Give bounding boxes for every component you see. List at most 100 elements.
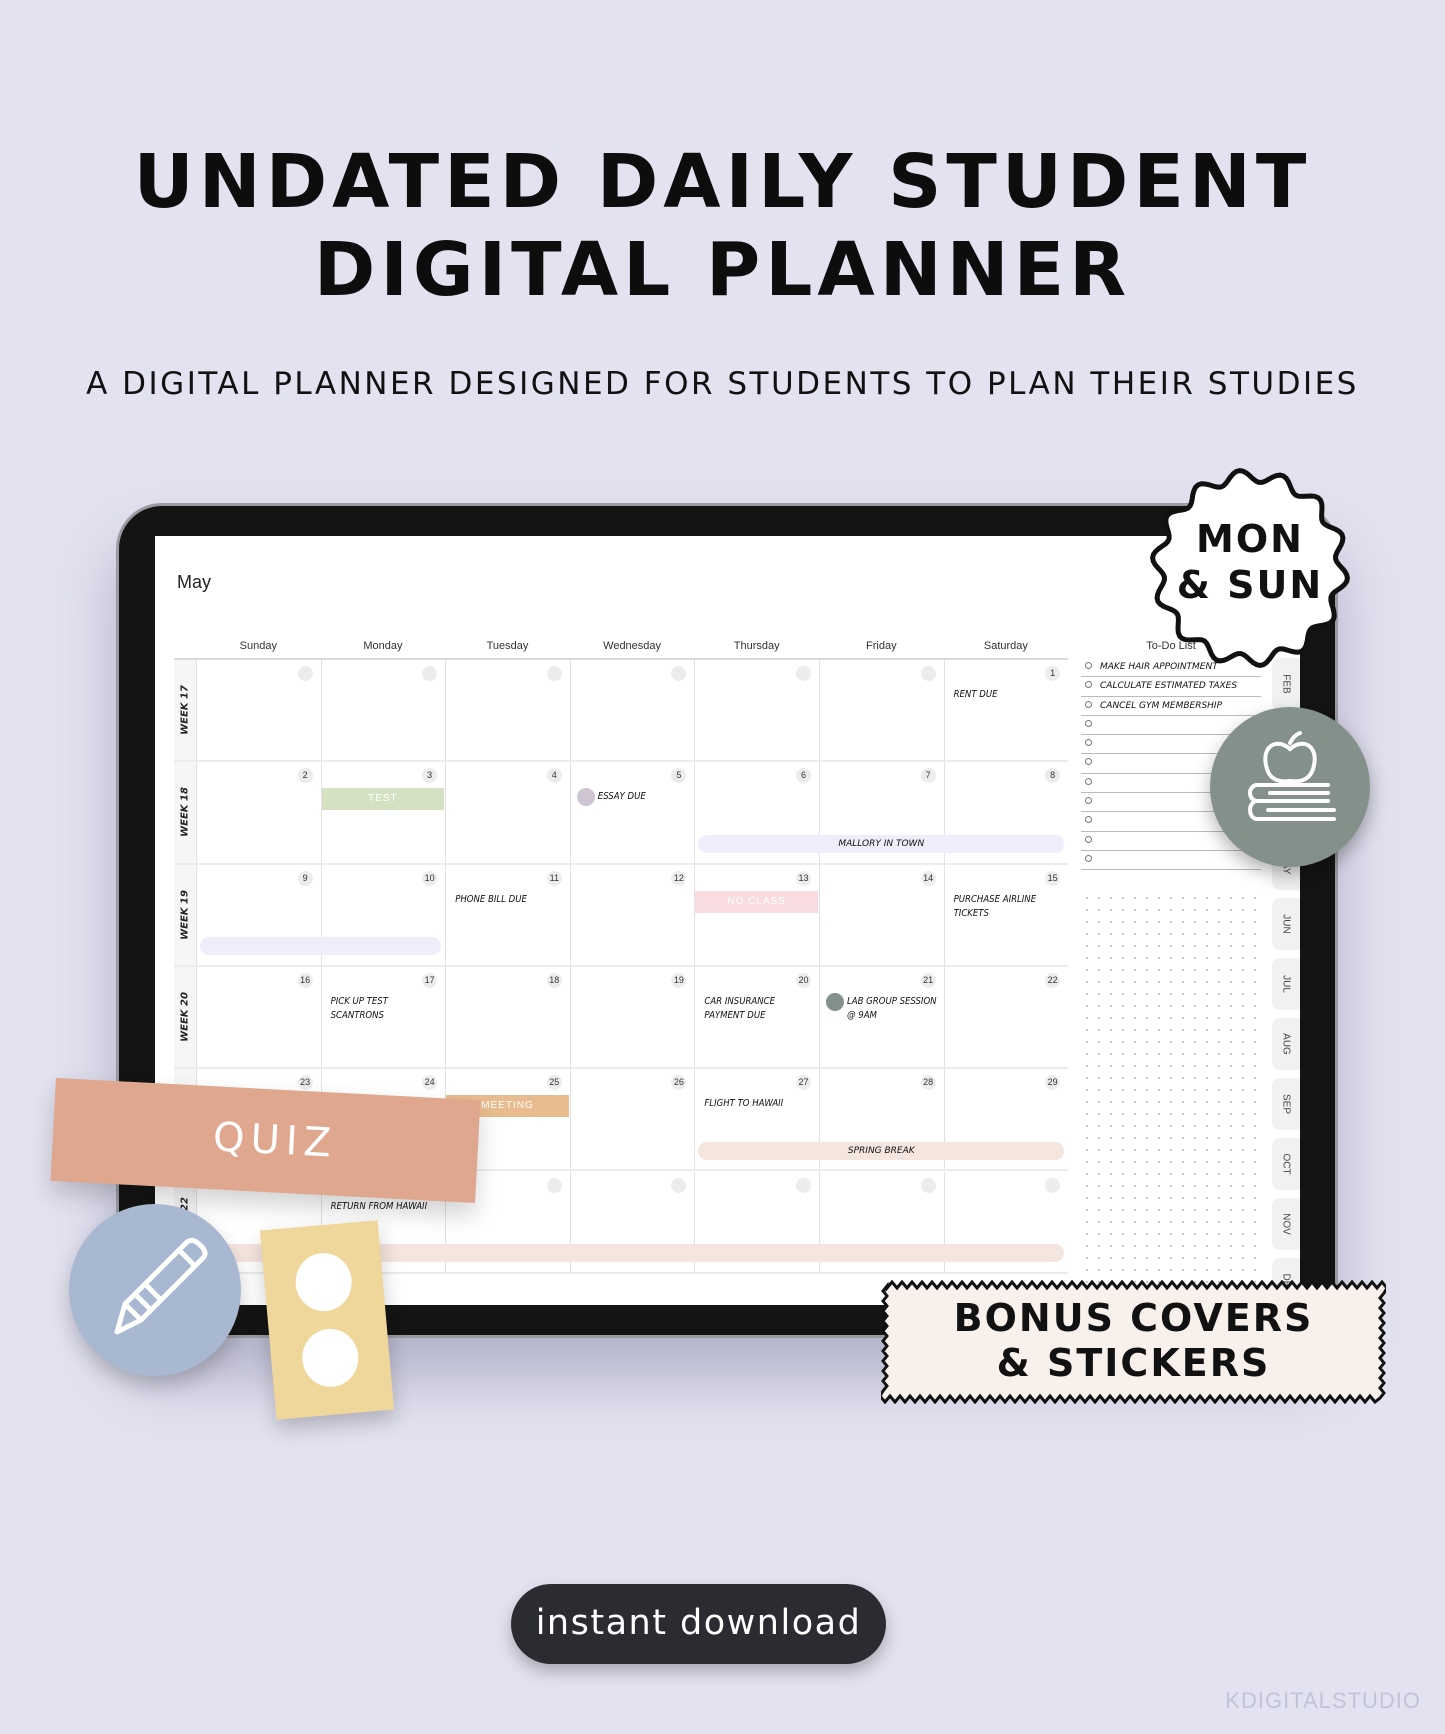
empty-day-marker xyxy=(795,1177,811,1193)
apple-books-sticker xyxy=(1210,707,1370,867)
week-label-text: WEEK 20 xyxy=(179,992,191,1042)
checkbox-icon[interactable] xyxy=(1085,681,1092,689)
multi-day-event[interactable]: MALLORY IN TOWN xyxy=(698,834,1065,853)
day-cell[interactable]: 26 xyxy=(569,1069,695,1172)
month-tab[interactable]: NOV xyxy=(1272,1198,1300,1250)
day-number: 19 xyxy=(671,972,687,988)
day-number: 17 xyxy=(422,972,438,988)
checkbox-icon[interactable] xyxy=(1085,739,1092,747)
month-tab-label: AUG xyxy=(1280,1033,1292,1055)
day-cell[interactable]: 1 xyxy=(943,660,1069,763)
weekday-header: Tuesday xyxy=(486,640,529,652)
month-tab[interactable]: OCT xyxy=(1272,1138,1300,1190)
checkbox-icon[interactable] xyxy=(1085,758,1092,766)
day-number: 3 xyxy=(422,768,438,784)
dot-grid-notes[interactable] xyxy=(1081,892,1261,1292)
day-number: 16 xyxy=(297,972,313,988)
day-cell[interactable]: 12 xyxy=(569,864,695,967)
subtitle: A DIGITAL PLANNER DESIGNED FOR STUDENTS … xyxy=(86,366,1359,402)
day-cell[interactable]: 11 xyxy=(445,864,570,967)
day-number: 27 xyxy=(795,1075,811,1091)
day-number: 28 xyxy=(920,1075,936,1091)
day-number: 25 xyxy=(546,1075,562,1091)
day-cell[interactable]: 13 xyxy=(694,864,819,967)
day-number: 13 xyxy=(795,870,811,886)
week-label-text: WEEK 17 xyxy=(179,685,191,736)
weekday-header: Saturday xyxy=(983,640,1028,652)
day-cell[interactable]: 5 xyxy=(569,762,695,865)
empty-day-marker xyxy=(546,1177,562,1193)
checkbox-icon[interactable] xyxy=(1085,797,1092,805)
day-number: 24 xyxy=(422,1075,438,1091)
checkbox-icon[interactable] xyxy=(1085,777,1092,785)
empty-day-marker xyxy=(920,666,936,681)
checkbox-icon[interactable] xyxy=(1085,700,1092,708)
event-note[interactable]: RETURN FROM HAWAII xyxy=(331,1200,442,1214)
weekday-header: Sunday xyxy=(239,640,277,652)
day-cell[interactable]: 16 xyxy=(196,966,321,1070)
checkbox-icon[interactable] xyxy=(1085,662,1092,669)
week-label-text: WEEK 18 xyxy=(179,787,191,838)
day-number: 7 xyxy=(920,768,936,784)
event-note[interactable]: PICK UP TEST SCANTRONS xyxy=(331,995,442,1023)
event-note[interactable]: ESSAY DUE xyxy=(598,790,691,804)
day-cell[interactable] xyxy=(196,660,321,763)
checkbox-icon[interactable] xyxy=(1085,854,1092,862)
event-note[interactable]: PHONE BILL DUE xyxy=(455,893,566,907)
bonus-badge xyxy=(881,1280,1386,1404)
day-number: 29 xyxy=(1045,1075,1061,1091)
checkbox-icon[interactable] xyxy=(1085,835,1092,843)
week-label: WEEK 18 xyxy=(174,762,196,865)
event-block[interactable]: TEST xyxy=(321,788,445,811)
apple-books-icon xyxy=(1248,731,1336,821)
checkbox-icon[interactable] xyxy=(1085,816,1092,824)
title-line-2: DIGITAL PLANNER xyxy=(313,227,1132,313)
day-cell[interactable] xyxy=(320,660,446,763)
month-tab[interactable]: JUL xyxy=(1272,958,1300,1010)
day-cell[interactable]: 14 xyxy=(819,864,944,967)
instant-download-button[interactable]: instant download xyxy=(511,1584,886,1664)
day-cell[interactable]: 19 xyxy=(569,966,695,1070)
empty-day-marker xyxy=(422,666,438,681)
todo-item[interactable]: CALCULATE ESTIMATED TAXES xyxy=(1081,677,1261,697)
empty-day-marker xyxy=(671,1177,687,1193)
day-cell[interactable]: 18 xyxy=(445,966,570,1070)
multi-day-event[interactable] xyxy=(200,936,442,955)
day-number: 26 xyxy=(671,1075,687,1091)
day-cell[interactable]: 2 xyxy=(196,762,321,865)
event-block[interactable]: NO CLASS xyxy=(695,890,818,913)
empty-day-marker xyxy=(671,666,687,681)
day-cell[interactable]: 4 xyxy=(445,762,570,865)
month-tab[interactable]: AUG xyxy=(1272,1018,1300,1070)
event-note[interactable]: CAR INSURANCE PAYMENT DUE xyxy=(704,995,815,1023)
event-note[interactable]: FLIGHT TO HAWAII xyxy=(704,1097,815,1111)
day-number: 4 xyxy=(546,768,562,784)
week-label-text: WEEK 19 xyxy=(179,889,191,940)
event-note[interactable]: LAB GROUP SESSION @ 9AM xyxy=(847,995,940,1023)
day-cell[interactable]: 3 xyxy=(320,762,446,865)
month-tab-label: NOV xyxy=(1280,1213,1292,1235)
day-cell[interactable] xyxy=(569,660,695,763)
day-cell[interactable] xyxy=(694,660,819,763)
event-note[interactable]: PURCHASE AIRLINE TICKETS xyxy=(954,893,1065,921)
checkbox-icon[interactable] xyxy=(1085,719,1092,727)
empty-day-marker xyxy=(920,1177,936,1193)
day-number: 10 xyxy=(422,870,438,886)
day-number: 11 xyxy=(546,870,562,886)
pencil-sticker xyxy=(69,1204,241,1376)
empty-day-marker xyxy=(795,666,811,681)
day-number: 22 xyxy=(1045,972,1061,988)
month-tab[interactable]: SEP xyxy=(1272,1078,1300,1130)
day-cell[interactable]: 22 xyxy=(943,966,1069,1070)
event-note[interactable]: RENT DUE xyxy=(954,688,1065,702)
month-tab[interactable]: JUN xyxy=(1272,898,1300,950)
todo-text: CALCULATE ESTIMATED TAXES xyxy=(1100,681,1238,692)
month-tab-label: JUN xyxy=(1280,914,1292,934)
title-line-1: UNDATED DAILY STUDENT xyxy=(133,139,1312,225)
day-cell[interactable] xyxy=(819,660,944,763)
month-title: May xyxy=(177,572,212,592)
day-number: 15 xyxy=(1045,870,1061,886)
day-cell[interactable] xyxy=(445,660,570,763)
multi-day-event[interactable]: SPRING BREAK xyxy=(698,1141,1065,1160)
empty-day-marker xyxy=(546,666,562,681)
